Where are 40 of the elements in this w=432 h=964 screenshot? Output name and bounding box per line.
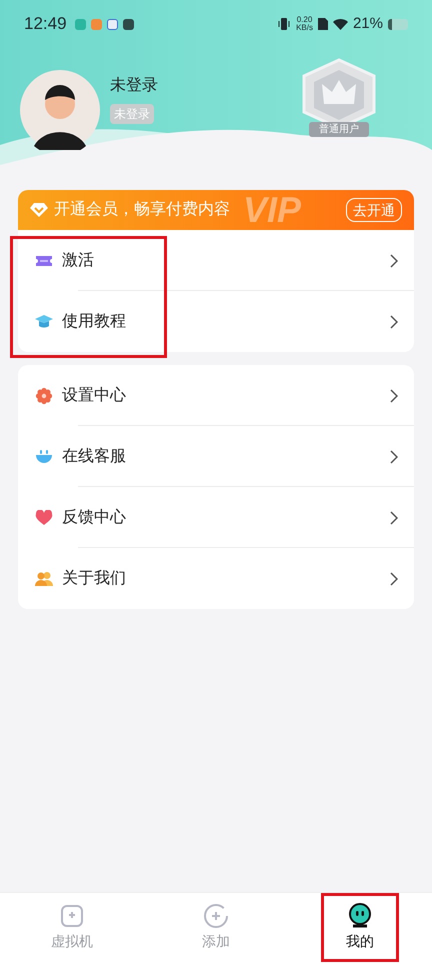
ticket-icon [35,254,53,268]
robot-head-icon [347,903,373,929]
bowl-icon [35,448,53,464]
nav-tab[interactable]: 我的 [346,896,374,959]
menu-item-label: 反馈中心 [62,508,126,528]
net-speed-unit: KB/s [296,24,313,32]
chevron-right-icon [390,510,398,524]
diamond-icon [30,202,48,218]
menu-item-label: 设置中心 [62,386,126,406]
menu-item-label: 激活 [62,250,94,270]
vibrate-icon [277,18,292,30]
add-square-icon [59,903,85,929]
battery-percent: 21% [352,14,383,34]
gear-icon [35,386,53,404]
menu-item-label: 在线客服 [62,446,126,466]
graduation-cap-icon [34,314,54,330]
menu-item[interactable]: 设置中心 [18,365,414,426]
chevron-right-icon [390,388,398,402]
wifi-icon [332,18,348,30]
people-icon [35,570,53,586]
menu-item[interactable]: 关于我们 [18,548,414,609]
chevron-right-icon [390,450,398,464]
vip-promo-text: 开通会员，畅享付费内容 [54,200,230,220]
menu-item[interactable]: 激活 [18,230,414,291]
battery-icon [388,18,408,30]
chevron-right-icon [390,572,398,586]
user-name: 未登录 [110,76,158,96]
menu-item-label: 关于我们 [62,568,126,588]
menu-item-label: 使用教程 [62,312,126,332]
add-circle-icon [203,903,229,929]
heart-icon [35,510,53,526]
vip-watermark: VIP [243,192,302,228]
chevron-right-icon [390,254,398,268]
membership-level-label: 普通用户 [309,122,369,137]
menu-item[interactable]: 使用教程 [18,291,414,352]
menu-item[interactable]: 反馈中心 [18,487,414,548]
net-speed-value: 0.20 [296,16,312,24]
chevron-right-icon [390,314,398,328]
menu-item[interactable]: 在线客服 [18,426,414,487]
status-time: 12:49 [24,13,67,36]
